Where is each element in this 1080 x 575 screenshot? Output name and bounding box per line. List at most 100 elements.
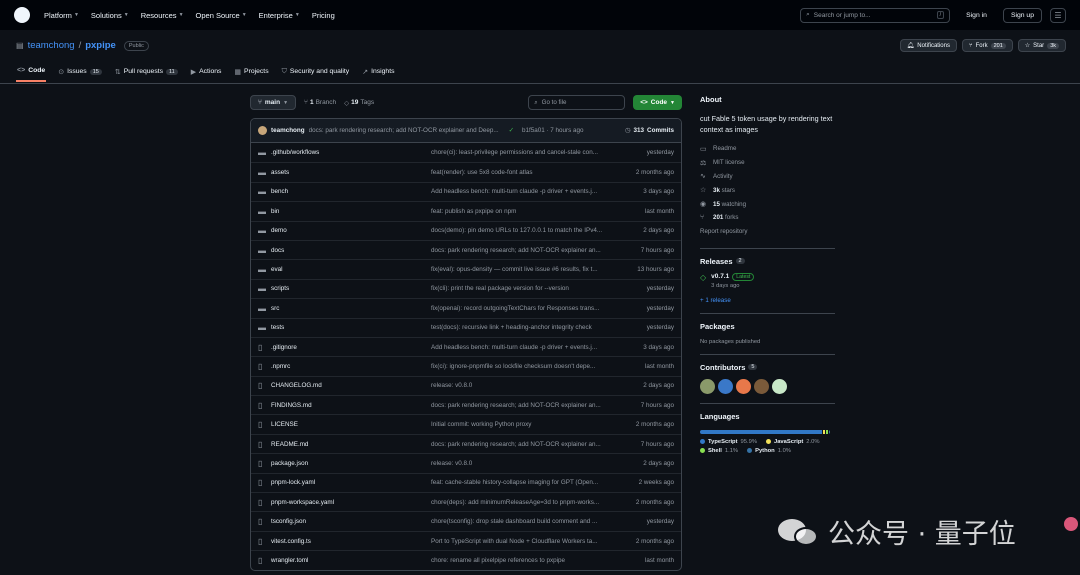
branch-selector[interactable]: ⑂ main ▼: [250, 95, 297, 110]
file-commit-message[interactable]: fix(cli): print the real package version…: [431, 285, 614, 292]
file-row[interactable]: ▬ assets feat(render): use 5x8 code-font a…: [251, 162, 681, 181]
file-commit-message[interactable]: docs(demo): pin demo URLs to 127.0.0.1 t…: [431, 227, 614, 234]
file-row[interactable]: ▬ scripts fix(cli): print the real package…: [251, 278, 681, 298]
file-row[interactable]: ▬ tests test(docs): recursive link + headi…: [251, 317, 681, 337]
file-row[interactable]: ▬ bin feat: publish as pxpipe on npm last m…: [251, 201, 681, 220]
tab-issues[interactable]: ⊙ Issues 15: [57, 64, 103, 82]
about-item-fork[interactable]: ⑂ 201 forks: [700, 211, 835, 225]
github-logo-icon[interactable]: [14, 7, 30, 23]
file-name-link[interactable]: vitest.config.ts: [271, 538, 431, 545]
tab-pull-requests[interactable]: ⇅ Pull requests 11: [114, 64, 179, 82]
file-row[interactable]: ▯ .npmrc fix(ci): ignore-pnpmfile so lockf…: [251, 356, 681, 375]
file-name-link[interactable]: docs: [271, 247, 431, 254]
file-row[interactable]: ▯ package.json release: v0.8.0 2 days ago: [251, 453, 681, 472]
branches-link[interactable]: ⑂ 1 Branch: [304, 99, 336, 106]
releases-heading[interactable]: Releases 2: [700, 257, 835, 266]
latest-release[interactable]: ◇ v0.7.1 Latest 3 days ago: [700, 272, 835, 289]
file-row[interactable]: ▯ CHANGELOG.md release: v0.8.0 2 days ago: [251, 375, 681, 395]
file-row[interactable]: ▯ LICENSE Initial commit: working Python p…: [251, 414, 681, 433]
file-row[interactable]: ▯ vitest.config.ts Port to TypeScript with…: [251, 530, 681, 550]
file-name-link[interactable]: wrangler.toml: [271, 557, 431, 564]
about-item-scale[interactable]: ⚖ MIT license: [700, 156, 835, 170]
search-input[interactable]: ⌕ Search or jump to... /: [800, 7, 951, 23]
report-repository-link[interactable]: Report repository: [700, 225, 835, 239]
nav-item-enterprise[interactable]: Enterprise ▼: [259, 11, 300, 20]
file-name-link[interactable]: .gitignore: [271, 344, 431, 351]
file-commit-message[interactable]: chore: rename all pixelpipe references t…: [431, 557, 614, 564]
tab-actions[interactable]: ▶ Actions: [190, 64, 223, 82]
file-commit-message[interactable]: fix(eval): opus-density — commit live is…: [431, 266, 614, 273]
file-commit-message[interactable]: fix(ci): ignore-pnpmfile so lockfile che…: [431, 363, 614, 370]
file-commit-message[interactable]: feat: publish as pxpipe on npm: [431, 208, 614, 215]
file-row[interactable]: ▯ pnpm-lock.yaml feat: cache-stable histor…: [251, 472, 681, 492]
file-name-link[interactable]: pnpm-lock.yaml: [271, 479, 431, 486]
avatar[interactable]: [258, 126, 267, 135]
sign-up-button[interactable]: Sign up: [1002, 7, 1042, 23]
tab-security-and-quality[interactable]: ⛉ Security and quality: [281, 64, 351, 82]
about-item-pulse[interactable]: ∿ Activity: [700, 170, 835, 184]
file-name-link[interactable]: CHANGELOG.md: [271, 382, 431, 389]
file-commit-message[interactable]: release: v0.8.0: [431, 460, 614, 467]
file-name-link[interactable]: README.md: [271, 441, 431, 448]
file-row[interactable]: ▯ wrangler.toml chore: rename all pixelpip…: [251, 550, 681, 569]
nav-item-pricing[interactable]: Pricing: [312, 11, 335, 20]
file-name-link[interactable]: tsconfig.json: [271, 518, 431, 525]
about-item-book[interactable]: ▭ Readme: [700, 142, 835, 156]
contributor-avatar[interactable]: [700, 378, 715, 394]
file-name-link[interactable]: .npmrc: [271, 363, 431, 370]
contributor-avatar[interactable]: [772, 378, 787, 394]
file-name-link[interactable]: bench: [271, 188, 431, 195]
file-commit-message[interactable]: Add headless bench: multi-turn claude -p…: [431, 344, 614, 351]
packages-heading[interactable]: Packages: [700, 322, 835, 331]
tab-insights[interactable]: ↗ Insights: [361, 64, 395, 82]
file-row[interactable]: ▬ bench Add headless bench: multi-turn cla…: [251, 181, 681, 201]
contributor-avatar[interactable]: [736, 378, 751, 394]
file-row[interactable]: ▯ FINDINGS.md docs: park rendering researc…: [251, 395, 681, 414]
file-commit-message[interactable]: feat(render): use 5x8 code-font atlas: [431, 169, 614, 176]
file-row[interactable]: ▬ demo docs(demo): pin demo URLs to 127.0.…: [251, 220, 681, 240]
file-name-link[interactable]: pnpm-workspace.yaml: [271, 499, 431, 506]
nav-item-open-source[interactable]: Open Source ▼: [196, 11, 247, 20]
tags-link[interactable]: ◇ 19 Tags: [344, 99, 374, 107]
nav-item-resources[interactable]: Resources ▼: [141, 11, 184, 20]
file-commit-message[interactable]: release: v0.8.0: [431, 382, 614, 389]
file-name-link[interactable]: tests: [271, 324, 431, 331]
settings-menu-icon[interactable]: ☰: [1050, 7, 1066, 23]
file-name-link[interactable]: assets: [271, 169, 431, 176]
file-commit-message[interactable]: Add headless bench: multi-turn claude -p…: [431, 188, 614, 195]
file-name-link[interactable]: demo: [271, 227, 431, 234]
nav-item-solutions[interactable]: Solutions ▼: [91, 11, 129, 20]
notifications-button[interactable]: 🔔︎ Notifications: [899, 39, 957, 52]
repo-owner-link[interactable]: teamchong: [28, 40, 75, 51]
file-commit-message[interactable]: Port to TypeScript with dual Node + Clou…: [431, 538, 614, 545]
more-releases-link[interactable]: + 1 release: [700, 297, 835, 304]
file-commit-message[interactable]: chore(deps): add minimumReleaseAge=3d to…: [431, 499, 614, 506]
commit-author[interactable]: teamchong: [271, 127, 305, 134]
tab-projects[interactable]: ▦ Projects: [233, 64, 269, 82]
tab-code[interactable]: <> Code: [16, 64, 47, 82]
file-name-link[interactable]: scripts: [271, 285, 431, 292]
contributor-avatar[interactable]: [718, 378, 733, 394]
file-commit-message[interactable]: Initial commit: working Python proxy: [431, 421, 614, 428]
file-commit-message[interactable]: fix(openai): record outgoingTextChars fo…: [431, 305, 614, 312]
file-name-link[interactable]: src: [271, 305, 431, 312]
contributor-avatar[interactable]: [754, 378, 769, 394]
language-item-typescript[interactable]: TypeScript 95.9%: [700, 439, 757, 445]
file-commit-message[interactable]: chore(tsconfig): drop stale dashboard bu…: [431, 518, 614, 525]
check-icon[interactable]: ✓: [509, 127, 514, 134]
file-row[interactable]: ▬ eval fix(eval): opus-density — commit li…: [251, 259, 681, 278]
commit-message[interactable]: docs: park rendering research; add NOT-O…: [309, 127, 499, 134]
file-name-link[interactable]: FINDINGS.md: [271, 402, 431, 409]
go-to-file-input[interactable]: ⌕ Go to file: [528, 95, 626, 110]
file-name-link[interactable]: eval: [271, 266, 431, 273]
file-commit-message[interactable]: feat: cache-stable history-collapse imag…: [431, 479, 614, 486]
about-item-star[interactable]: ☆ 3k stars: [700, 183, 835, 197]
language-item-shell[interactable]: Shell 1.1%: [700, 448, 738, 454]
file-row[interactable]: ▯ pnpm-workspace.yaml chore(deps): add min…: [251, 492, 681, 511]
file-commit-message[interactable]: docs: park rendering research; add NOT-O…: [431, 441, 614, 448]
file-row[interactable]: ▯ .gitignore Add headless bench: multi-tur…: [251, 336, 681, 356]
commit-sha-time[interactable]: b1f5a01 · 7 hours ago: [522, 127, 584, 134]
file-row[interactable]: ▬ docs docs: park rendering research; add …: [251, 239, 681, 259]
about-item-eye[interactable]: ◉ 15 watching: [700, 197, 835, 211]
repo-name-link[interactable]: pxpipe: [85, 40, 116, 51]
